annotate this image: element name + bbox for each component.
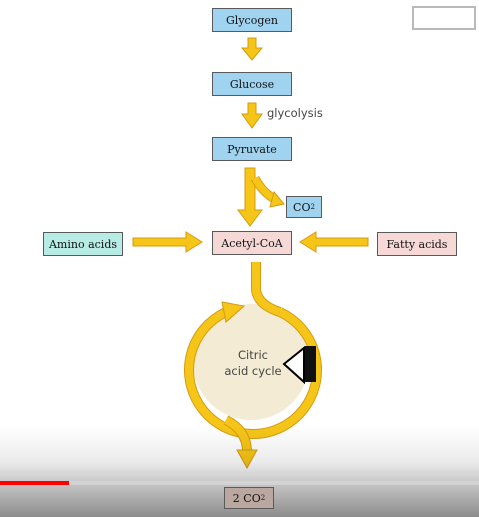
- amino-acids-node: Amino acids: [43, 232, 123, 256]
- corner-box: [412, 6, 476, 30]
- co2-text: CO: [293, 200, 311, 214]
- video-progress-bar[interactable]: [0, 481, 479, 485]
- acetyl-coa-node: Acetyl-CoA: [212, 231, 292, 255]
- citric-acid-cycle-label: Citric acid cycle: [205, 347, 301, 379]
- co2-node: CO 2: [286, 196, 322, 218]
- arrow-aminoacids-to-acetylcoa: [132, 231, 203, 253]
- co2-subscript: 2: [310, 203, 315, 211]
- arrow-fattyacids-to-acetylcoa: [299, 231, 369, 253]
- arrow-to-out-co2-head: [236, 449, 258, 470]
- out-co2-node: 2 CO 2: [224, 487, 274, 509]
- out-co2-text: 2 CO: [232, 491, 261, 505]
- out-co2-subscript: 2: [260, 494, 266, 502]
- video-progress-fill: [0, 481, 70, 485]
- arrow-glucose-to-pyruvate: [241, 102, 263, 129]
- arrow-glycogen-to-glucose: [240, 37, 264, 61]
- fatty-acids-node: Fatty acids: [377, 232, 457, 256]
- glycogen-node: Glycogen: [212, 8, 292, 32]
- glucose-node: Glucose: [212, 72, 292, 96]
- cycle-label-line1: Citric: [238, 348, 268, 362]
- glycolysis-label: glycolysis: [267, 106, 323, 120]
- cycle-label-line2: acid cycle: [224, 364, 282, 378]
- pyruvate-node: Pyruvate: [212, 137, 292, 161]
